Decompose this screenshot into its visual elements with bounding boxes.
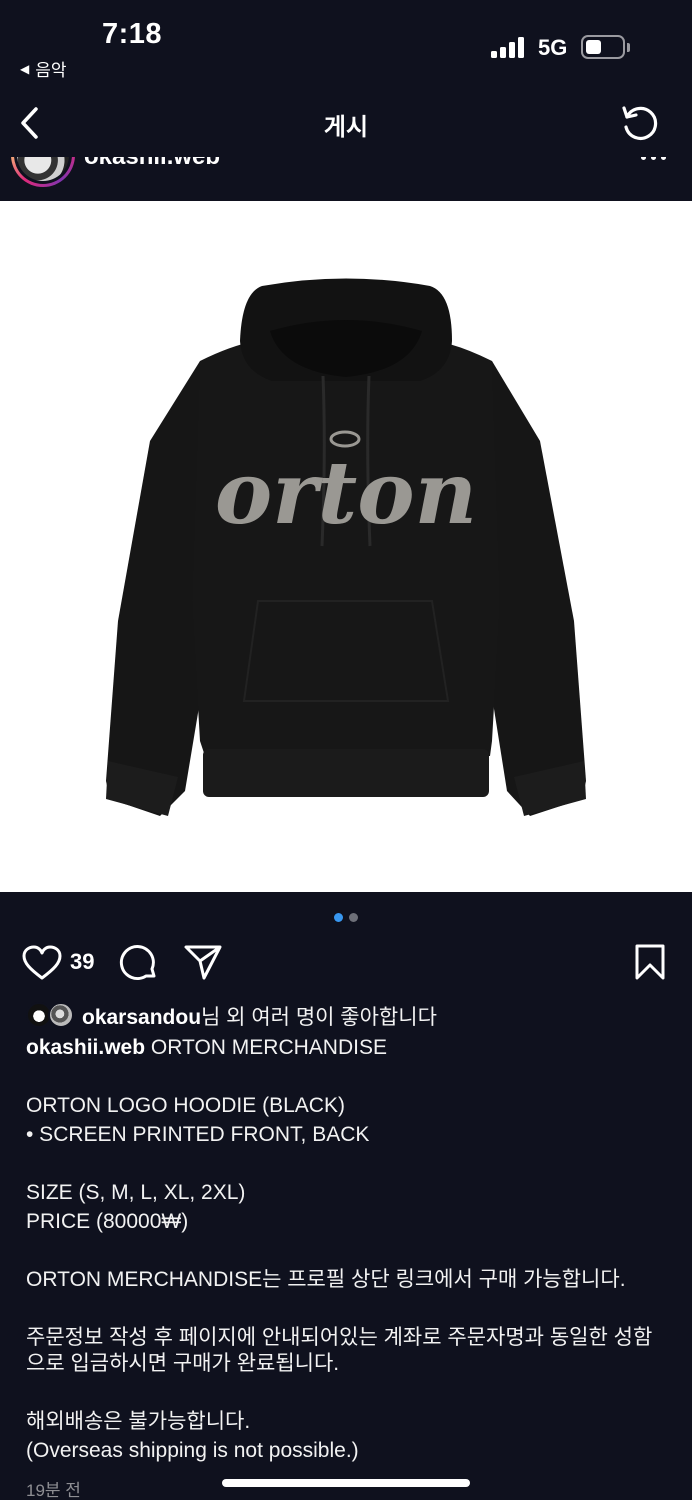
refresh-icon[interactable]	[618, 100, 662, 144]
comment-icon[interactable]	[119, 943, 159, 983]
carousel-indicator	[0, 913, 692, 922]
carousel-dot[interactable]	[349, 913, 358, 922]
caption-line: ORTON MERCHANDISE는 프로필 상단 링크에서 구매 가능합니다.	[26, 1268, 626, 1291]
post-header: okashii.web	[0, 157, 692, 201]
network-type: 5G	[538, 35, 568, 60]
caption-line: ORTON LOGO HOODIE (BLACK)	[26, 1094, 345, 1117]
return-to-app-link[interactable]: ◀ 음악	[20, 56, 67, 81]
caption-line: 해외배송은 불가능합니다.	[26, 1410, 251, 1433]
caption-line: PRICE (80000₩)	[26, 1210, 189, 1233]
page-title: 게시	[323, 114, 369, 141]
liked-by-suffix: 님 외 여러 명이 좋아합니다	[201, 1006, 437, 1029]
caption-line: • SCREEN PRINTED FRONT, BACK	[26, 1123, 370, 1146]
more-options-icon[interactable]	[641, 157, 671, 165]
hoodie-image: orton	[106, 278, 586, 816]
back-triangle-icon: ◀	[20, 61, 30, 76]
caption-username[interactable]: okashii.web	[26, 1036, 145, 1059]
hoodie-logo-text: orton	[215, 443, 477, 544]
battery-tip	[627, 43, 630, 52]
liked-by-username[interactable]: okarsandou	[82, 1006, 201, 1029]
status-time: 7:18	[102, 18, 163, 50]
like-count[interactable]: 39	[70, 949, 94, 975]
post-username[interactable]: okashii.web	[84, 157, 220, 171]
bookmark-icon[interactable]	[634, 943, 666, 981]
post-image[interactable]: orton	[0, 201, 692, 892]
caption-text: ORTON MERCHANDISE	[150, 1036, 387, 1059]
send-icon[interactable]	[183, 943, 223, 981]
caption-line: (Overseas shipping is not possible.)	[26, 1439, 359, 1462]
liked-by-line[interactable]: okarsandou님 외 여러 명이 좋아합니다	[26, 1002, 437, 1030]
return-app-label: 음악	[35, 61, 67, 80]
caption-first-line: okashii.web ORTON MERCHANDISE	[26, 1034, 676, 1062]
caption-line: 주문정보 작성 후 페이지에 안내되어있는 계좌로 주문자명과 동일한 성함	[26, 1326, 653, 1349]
signal-strength-icon	[491, 36, 524, 58]
carousel-dot-active[interactable]	[334, 913, 343, 922]
liked-by-avatars	[26, 1002, 78, 1030]
avatar[interactable]	[11, 157, 75, 187]
battery-icon	[581, 35, 625, 59]
caption-line: SIZE (S, M, L, XL, 2XL)	[26, 1181, 246, 1204]
heart-icon[interactable]	[22, 945, 62, 981]
avatar	[48, 1002, 74, 1028]
home-indicator[interactable]	[222, 1479, 470, 1487]
post-timestamp: 19분 전	[26, 1481, 81, 1500]
caption-line: 으로 입금하시면 구매가 완료됩니다.	[26, 1352, 340, 1375]
